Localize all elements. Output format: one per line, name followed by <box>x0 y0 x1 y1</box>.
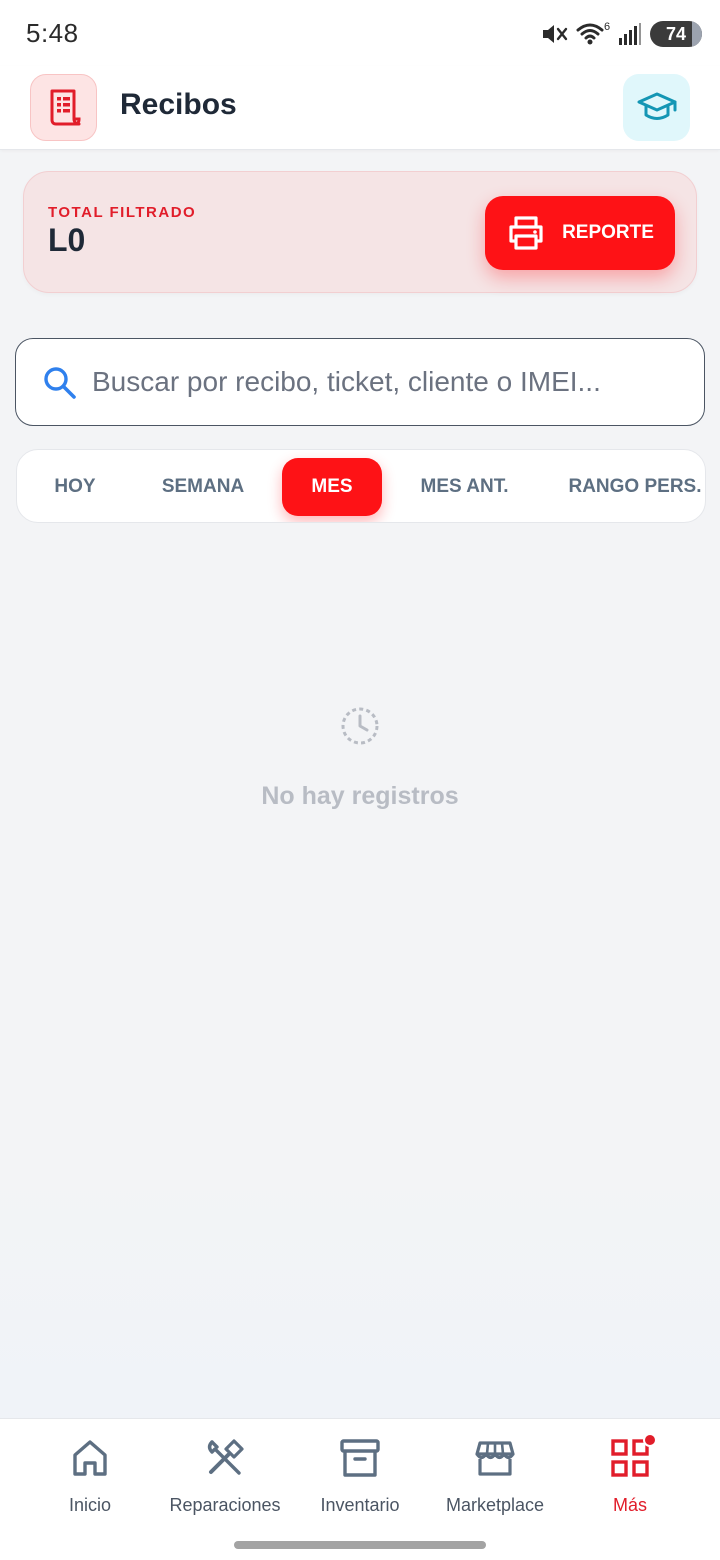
grid-icon <box>609 1433 657 1479</box>
tab-rango-pers[interactable]: RANGO PERS. <box>565 458 705 516</box>
page-title: Recibos <box>120 88 237 121</box>
tab-mes-ant[interactable]: MES ANT. <box>407 458 522 516</box>
nav-label-reparaciones: Reparaciones <box>169 1495 281 1515</box>
empty-state-message: No hay registros <box>261 782 459 810</box>
receipt-icon <box>30 74 97 141</box>
date-filter-bar: HOY SEMANA MES MES ANT. RANGO PERS. <box>16 449 706 523</box>
status-bar: 5:48 6 74 <box>0 0 720 66</box>
wifi-label: 6 <box>604 21 610 33</box>
total-label: TOTAL FILTRADO <box>48 204 197 221</box>
home-icon <box>73 1440 107 1476</box>
total-card: TOTAL FILTRADO L0 REPORTE <box>23 171 697 293</box>
nav-label-inventario: Inventario <box>320 1495 400 1515</box>
bottom-nav: Inicio Reparaciones Inventario Marketpla… <box>0 1418 720 1560</box>
total-value: L0 <box>48 222 86 258</box>
battery-level: 74 <box>665 23 687 44</box>
tab-mes[interactable]: MES <box>282 458 382 516</box>
status-time: 5:48 <box>26 18 79 48</box>
battery-indicator: 74 <box>650 21 702 47</box>
status-icons: 6 74 <box>540 20 702 48</box>
tools-icon <box>207 1439 244 1475</box>
report-button[interactable]: REPORTE <box>485 196 675 270</box>
tab-hoy[interactable]: HOY <box>35 458 115 516</box>
nav-label-marketplace: Marketplace <box>445 1495 545 1515</box>
mute-icon <box>543 25 568 43</box>
nav-item-mas[interactable]: Más <box>560 1433 700 1527</box>
archive-box-icon <box>340 1439 380 1477</box>
search-box[interactable] <box>15 338 705 426</box>
wifi-icon: 6 <box>576 21 610 45</box>
nav-item-inicio[interactable]: Inicio <box>20 1437 160 1527</box>
home-indicator[interactable] <box>234 1541 486 1549</box>
store-icon <box>475 1441 515 1476</box>
search-icon <box>44 367 76 399</box>
search-input[interactable] <box>92 359 692 405</box>
learn-button[interactable] <box>623 74 690 141</box>
graduation-cap-icon <box>637 92 676 120</box>
notification-dot <box>643 1433 657 1447</box>
nav-label-inicio: Inicio <box>68 1495 112 1515</box>
nav-item-marketplace[interactable]: Marketplace <box>425 1437 565 1527</box>
tab-semana[interactable]: SEMANA <box>149 458 257 516</box>
signal-icon <box>619 23 641 45</box>
nav-item-inventario[interactable]: Inventario <box>290 1437 430 1527</box>
printer-icon <box>509 216 543 250</box>
report-button-label: REPORTE <box>562 222 654 243</box>
app-header: Recibos <box>0 66 720 150</box>
clock-dashed-icon <box>341 707 379 745</box>
nav-item-reparaciones[interactable]: Reparaciones <box>155 1437 295 1527</box>
nav-label-mas: Más <box>612 1495 647 1515</box>
